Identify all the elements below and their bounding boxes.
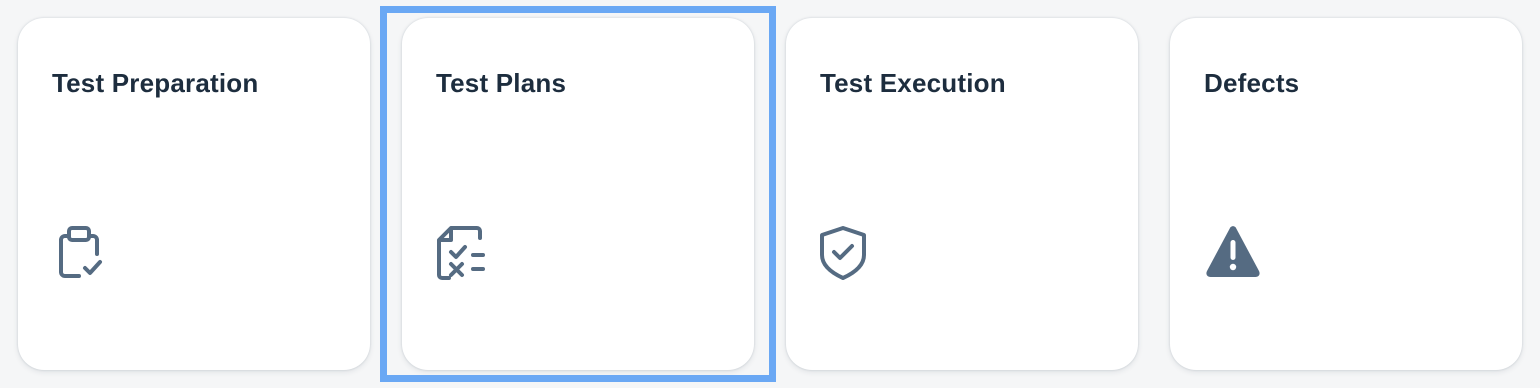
checklist-document-icon (436, 222, 496, 282)
tile-test-plans[interactable]: Test Plans (402, 18, 754, 370)
tile-title: Test Preparation (52, 68, 259, 98)
tile-defects[interactable]: Defects (1170, 18, 1522, 370)
tile-title: Defects (1204, 68, 1300, 98)
tile-title: Test Execution (820, 68, 1006, 98)
launchpad-tile-group: Test Preparation Test Plans Test Executi (0, 0, 1540, 388)
shield-check-icon (820, 222, 880, 282)
clipboard-check-icon (52, 222, 112, 282)
tile-test-execution[interactable]: Test Execution (786, 18, 1138, 370)
tile-title: Test Plans (436, 68, 567, 98)
tile-test-preparation[interactable]: Test Preparation (18, 18, 370, 370)
warning-icon (1204, 222, 1264, 282)
